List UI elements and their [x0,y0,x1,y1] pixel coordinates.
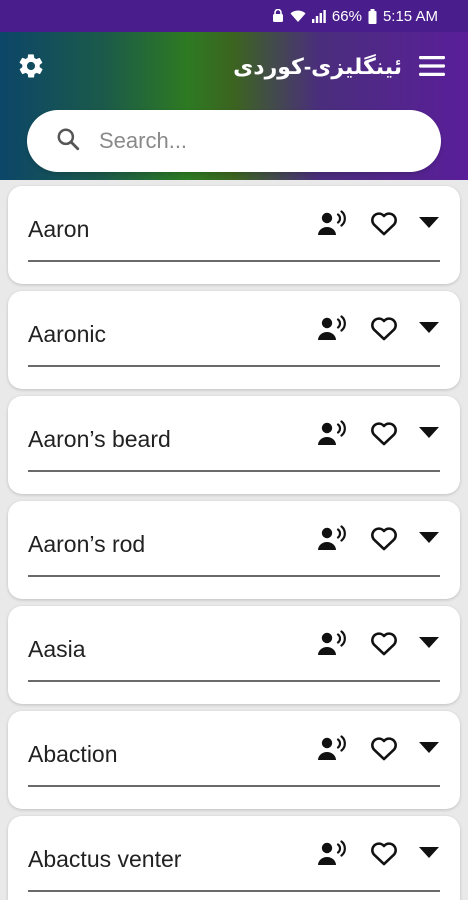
settings-button[interactable] [13,50,49,86]
divider [28,785,440,787]
speak-icon[interactable] [316,731,350,765]
search-input[interactable] [99,128,399,154]
heart-outline-icon[interactable] [367,626,401,660]
lock-notification-icon [272,9,284,23]
list-item[interactable]: Aaron’s rod [8,501,460,599]
caret-down-icon[interactable] [412,311,446,345]
status-bar: 66% 5:15 AM [0,0,468,32]
caret-down-icon[interactable] [412,416,446,450]
divider [28,365,440,367]
word-label: Abaction [28,741,118,767]
heart-outline-icon[interactable] [367,416,401,450]
speak-icon[interactable] [316,836,350,870]
list-item[interactable]: Aaronic [8,291,460,389]
search-icon [55,126,81,157]
divider [28,680,440,682]
heart-outline-icon[interactable] [367,836,401,870]
hamburger-menu-icon [418,55,446,82]
clock: 5:15 AM [382,7,438,25]
caret-down-icon[interactable] [412,626,446,660]
word-label: Aaron [28,216,90,242]
speak-icon[interactable] [316,206,350,240]
menu-button[interactable] [414,50,450,86]
search-bar [27,110,441,172]
caret-down-icon[interactable] [412,206,446,240]
list-item[interactable]: Aaron’s beard [8,396,460,494]
app-title: ئینگلیزی-کوردی [233,54,402,79]
divider [28,575,440,577]
speak-icon[interactable] [316,416,350,450]
list-item[interactable]: Abactus venter [8,816,460,900]
list-item[interactable]: Abaction [8,711,460,809]
app-header: ئینگلیزی-کوردی [0,32,468,180]
heart-outline-icon[interactable] [367,206,401,240]
word-label: Aasia [28,636,86,662]
word-list: Aaron Aaronic Aaron’s beard Aaron’s rod … [0,180,468,900]
signal-icon [311,9,326,23]
word-label: Aaron’s beard [28,426,171,452]
divider [28,260,440,262]
heart-outline-icon[interactable] [367,311,401,345]
word-label: Abactus venter [28,846,182,872]
divider [28,890,440,892]
caret-down-icon[interactable] [412,836,446,870]
divider [28,470,440,472]
speak-icon[interactable] [316,311,350,345]
word-label: Aaronic [28,321,106,347]
battery-percent: 66% [331,7,362,25]
heart-outline-icon[interactable] [367,521,401,555]
list-item[interactable]: Aaron [8,186,460,284]
speak-icon[interactable] [316,626,350,660]
battery-icon [368,8,377,24]
wifi-icon [290,10,306,23]
word-label: Aaron’s rod [28,531,146,557]
heart-outline-icon[interactable] [367,731,401,765]
caret-down-icon[interactable] [412,521,446,555]
caret-down-icon[interactable] [412,731,446,765]
list-item[interactable]: Aasia [8,606,460,704]
speak-icon[interactable] [316,521,350,555]
gear-icon [17,52,45,85]
